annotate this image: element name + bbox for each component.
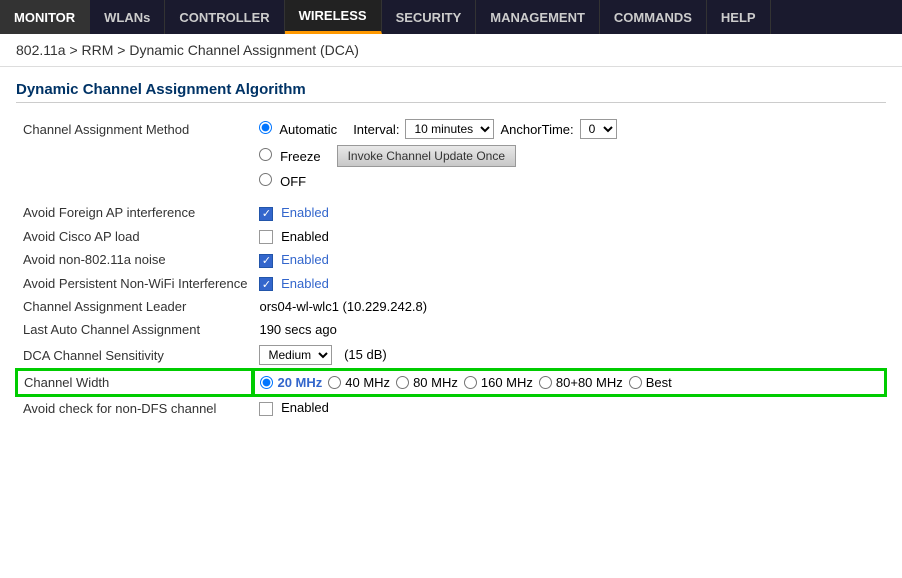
avoid-cisco-ap-enabled: Enabled: [281, 229, 329, 244]
main-content: Dynamic Channel Assignment Algorithm Cha…: [0, 71, 902, 430]
nav-wireless[interactable]: WIRELESS: [285, 0, 382, 34]
last-auto-label: Last Auto Channel Assignment: [17, 318, 253, 341]
channel-assignment-controls: Automatic Interval: 1 minute 5 minutes 1…: [253, 115, 885, 143]
form-table: Channel Assignment Method Automatic Inte…: [16, 115, 886, 420]
avoid-foreign-ap-row: Avoid Foreign AP interference ✓ Enabled: [17, 201, 885, 225]
avoid-persistent-enabled: Enabled: [281, 276, 329, 291]
avoid-foreign-ap-label: Avoid Foreign AP interference: [17, 201, 253, 225]
nav-wlans[interactable]: WLANs: [90, 0, 165, 34]
nav-security[interactable]: SECURITY: [382, 0, 477, 34]
channel-80plus80mhz-label[interactable]: 80+80 MHz: [539, 375, 623, 390]
channel-20mhz-text: 20 MHz: [277, 375, 322, 390]
nav-commands[interactable]: COMMANDS: [600, 0, 707, 34]
avoid-non-dfs-checkbox[interactable]: [259, 402, 273, 416]
avoid-non-80211a-label: Avoid non-802.11a noise: [17, 248, 253, 272]
radio-automatic-label[interactable]: Automatic: [259, 122, 337, 137]
avoid-non-dfs-enabled: Enabled: [281, 400, 329, 415]
channel-80plus80mhz-text: 80+80 MHz: [556, 375, 623, 390]
dca-sensitivity-row: DCA Channel Sensitivity Low Medium High …: [17, 341, 885, 370]
avoid-non-80211a-checkbox[interactable]: ✓: [259, 254, 273, 268]
nav-bar: MONITOR WLANs CONTROLLER WIRELESS SECURI…: [0, 0, 902, 34]
radio-80plus80mhz[interactable]: [539, 376, 552, 389]
anchor-time-label: AnchorTime:: [500, 122, 573, 137]
interval-label: Interval:: [353, 122, 399, 137]
radio-160mhz[interactable]: [464, 376, 477, 389]
channel-40mhz-text: 40 MHz: [345, 375, 390, 390]
avoid-persistent-row: Avoid Persistent Non-WiFi Interference ✓…: [17, 272, 885, 296]
channel-width-label: Channel Width: [17, 370, 253, 395]
dca-sensitivity-label: DCA Channel Sensitivity: [17, 341, 253, 370]
channel-leader-label: Channel Assignment Leader: [17, 295, 253, 318]
anchor-time-select[interactable]: 0 1 2: [580, 119, 617, 139]
channel-leader-value: ors04-wl-wlc1 (10.229.242.8): [253, 295, 885, 318]
channel-best-text: Best: [646, 375, 672, 390]
channel-width-options: 20 MHz 40 MHz 80 MHz 160 MHz: [260, 375, 878, 390]
channel-assignment-label: Channel Assignment Method: [17, 115, 253, 143]
radio-40mhz[interactable]: [328, 376, 341, 389]
avoid-foreign-ap-enabled: Enabled: [281, 205, 329, 220]
freeze-row: Freeze Invoke Channel Update Once: [17, 143, 885, 169]
avoid-non-80211a-row: Avoid non-802.11a noise ✓ Enabled: [17, 248, 885, 272]
avoid-cisco-ap-row: Avoid Cisco AP load Enabled: [17, 225, 885, 249]
channel-80mhz-label[interactable]: 80 MHz: [396, 375, 458, 390]
channel-80mhz-text: 80 MHz: [413, 375, 458, 390]
avoid-non-dfs-row: Avoid check for non-DFS channel Enabled: [17, 395, 885, 420]
radio-best[interactable]: [629, 376, 642, 389]
dca-sensitivity-extra: (15 dB): [344, 347, 387, 362]
avoid-persistent-checkbox[interactable]: ✓: [259, 277, 273, 291]
channel-best-label[interactable]: Best: [629, 375, 672, 390]
channel-160mhz-text: 160 MHz: [481, 375, 533, 390]
nav-monitor[interactable]: MONITOR: [0, 0, 90, 34]
breadcrumb: 802.11a > RRM > Dynamic Channel Assignme…: [0, 34, 902, 67]
channel-width-row: Channel Width 20 MHz 40 MHz 80 MHz: [17, 370, 885, 395]
avoid-cisco-ap-label: Avoid Cisco AP load: [17, 225, 253, 249]
avoid-non-80211a-enabled: Enabled: [281, 252, 329, 267]
avoid-non-dfs-label: Avoid check for non-DFS channel: [17, 395, 253, 420]
nav-help[interactable]: HELP: [707, 0, 771, 34]
interval-select[interactable]: 1 minute 5 minutes 10 minutes 30 minutes…: [405, 119, 494, 139]
radio-automatic[interactable]: [259, 121, 272, 134]
section-title: Dynamic Channel Assignment Algorithm: [16, 81, 886, 103]
radio-off-label[interactable]: OFF: [259, 174, 306, 189]
radio-freeze-text: Freeze: [280, 149, 320, 164]
avoid-foreign-ap-checkbox[interactable]: ✓: [259, 207, 273, 221]
avoid-cisco-ap-checkbox[interactable]: [259, 230, 273, 244]
avoid-persistent-label: Avoid Persistent Non-WiFi Interference: [17, 272, 253, 296]
last-auto-value: 190 secs ago: [253, 318, 885, 341]
interval-group: Interval: 1 minute 5 minutes 10 minutes …: [353, 119, 616, 139]
radio-automatic-text: Automatic: [279, 122, 337, 137]
radio-freeze-label[interactable]: Freeze: [259, 148, 320, 164]
radio-off-text: OFF: [280, 174, 306, 189]
channel-leader-row: Channel Assignment Leader ors04-wl-wlc1 …: [17, 295, 885, 318]
channel-20mhz-label[interactable]: 20 MHz: [260, 375, 322, 390]
nav-management[interactable]: MANAGEMENT: [476, 0, 600, 34]
invoke-channel-update-button[interactable]: Invoke Channel Update Once: [337, 145, 516, 167]
radio-20mhz[interactable]: [260, 376, 273, 389]
channel-160mhz-label[interactable]: 160 MHz: [464, 375, 533, 390]
radio-80mhz[interactable]: [396, 376, 409, 389]
channel-40mhz-label[interactable]: 40 MHz: [328, 375, 390, 390]
off-row: OFF: [17, 169, 885, 193]
channel-assignment-method-row: Channel Assignment Method Automatic Inte…: [17, 115, 885, 143]
radio-off[interactable]: [259, 173, 272, 186]
nav-controller[interactable]: CONTROLLER: [165, 0, 284, 34]
radio-automatic-group: Automatic: [259, 121, 337, 137]
dca-sensitivity-select[interactable]: Low Medium High: [259, 345, 332, 365]
radio-freeze[interactable]: [259, 148, 272, 161]
last-auto-channel-row: Last Auto Channel Assignment 190 secs ag…: [17, 318, 885, 341]
